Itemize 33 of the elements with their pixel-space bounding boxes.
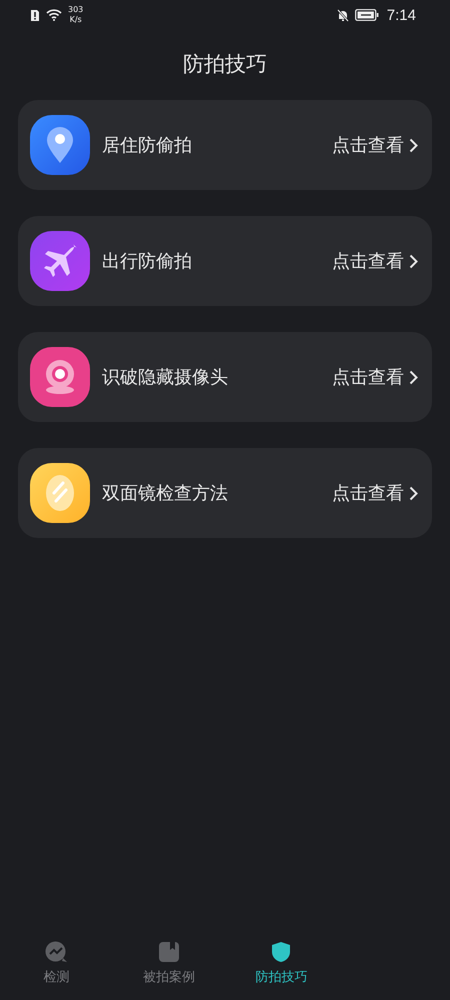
tip-title: 双面镜检查方法 <box>102 482 229 505</box>
sim-alert-icon <box>30 8 40 22</box>
chevron-right-icon <box>409 138 418 152</box>
airplane-icon <box>30 231 90 291</box>
view-link[interactable]: 点击查看 <box>332 249 404 273</box>
tip-card[interactable]: 双面镜检查方法 点击查看 <box>18 448 432 538</box>
clock: 7:14 <box>386 6 416 24</box>
location-pin-icon <box>30 115 90 175</box>
tab-bar-item[interactable]: 被拍案例 <box>112 932 225 994</box>
tip-card[interactable]: 出行防偷拍 点击查看 <box>18 216 432 306</box>
tip-title: 识破隐藏摄像头 <box>102 366 229 389</box>
tip-title: 出行防偷拍 <box>102 250 193 273</box>
tab-bar-item[interactable]: 检测 <box>0 932 112 994</box>
chat-chart-icon <box>44 940 68 964</box>
chevron-right-icon <box>409 370 418 384</box>
tip-title: 居住防偷拍 <box>102 134 193 157</box>
chevron-right-icon <box>409 254 418 268</box>
bookmark-page-icon <box>156 940 181 964</box>
speed-unit: K/s <box>70 15 82 25</box>
view-link[interactable]: 点击查看 <box>332 365 404 389</box>
view-link[interactable]: 点击查看 <box>332 481 404 505</box>
wifi-icon <box>46 9 62 21</box>
mirror-icon <box>30 463 90 523</box>
chevron-right-icon <box>409 486 418 500</box>
view-link[interactable]: 点击查看 <box>332 133 404 157</box>
battery-icon <box>354 9 379 21</box>
tip-card[interactable]: 识破隐藏摄像头 点击查看 <box>18 332 432 422</box>
page-title: 防拍技巧 <box>182 51 268 78</box>
bell-off-icon <box>336 8 349 22</box>
webcam-icon <box>30 347 90 407</box>
tip-card[interactable]: 居住防偷拍 点击查看 <box>18 100 432 190</box>
tab-bar-item[interactable]: 防拍技巧 <box>225 932 338 994</box>
speed-value: 303 <box>68 5 84 15</box>
